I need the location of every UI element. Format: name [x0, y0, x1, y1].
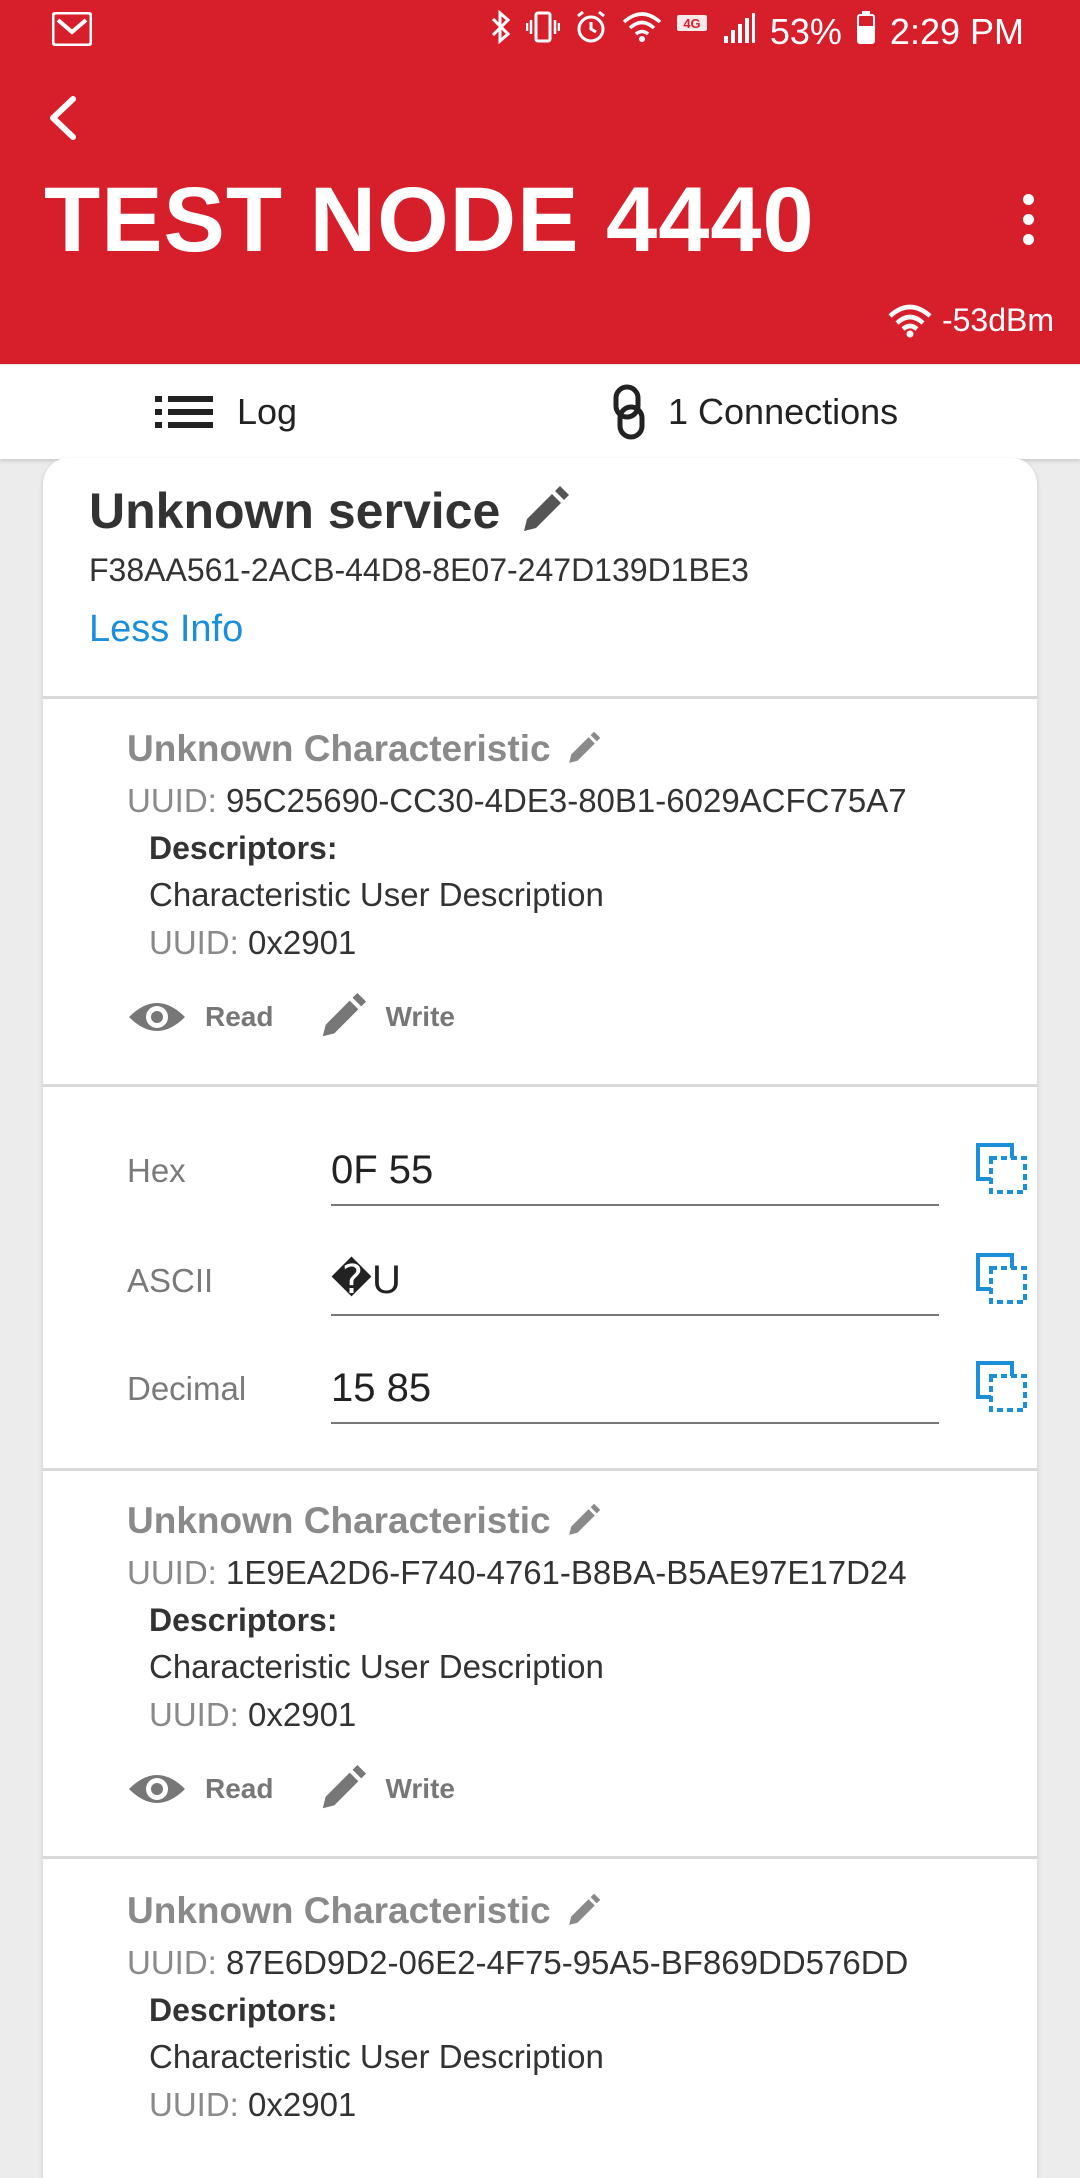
read-button[interactable]: Read	[127, 997, 273, 1037]
ascii-row: ASCII �U	[127, 1246, 1027, 1316]
uuid-label: UUID:	[127, 1554, 217, 1591]
eye-icon	[129, 1775, 185, 1803]
page-title: TEST NODE 4440	[44, 169, 815, 271]
list-icon	[155, 396, 213, 428]
write-label: Write	[385, 1773, 455, 1804]
wifi-icon	[888, 304, 932, 337]
clock: 2:29 PM	[889, 10, 1024, 52]
tab-log[interactable]: Log	[155, 365, 297, 459]
pencil-icon[interactable]	[565, 731, 601, 767]
pencil-icon	[323, 992, 367, 1037]
characteristic-name: Unknown Characteristic	[127, 728, 551, 769]
decimal-field[interactable]: 15 85	[331, 1354, 939, 1424]
characteristic-uuid: UUID: 95C25690-CC30-4DE3-80B1-6029ACFC75…	[127, 782, 907, 820]
vibrate-icon	[525, 10, 561, 53]
tab-connections[interactable]: 1 Connections	[612, 365, 898, 459]
bluetooth-icon	[490, 9, 512, 53]
descriptor-name: Characteristic User Description	[149, 1648, 604, 1685]
pencil-icon	[323, 1764, 367, 1809]
battery-percent: 53%	[769, 10, 842, 52]
uuid-label: UUID:	[127, 782, 217, 819]
uuid-label: UUID:	[149, 1696, 239, 1733]
app-header: TEST NODE 4440 -53dBm	[0, 64, 1080, 364]
pencil-icon[interactable]	[565, 1503, 601, 1539]
tab-log-label: Log	[237, 391, 298, 432]
characteristic-uuid: UUID: 87E6D9D2-06E2-4F75-95A5-BF869DD576…	[127, 1944, 908, 1982]
back-button[interactable]	[40, 80, 84, 156]
characteristic-title: Unknown Characteristic	[127, 728, 601, 770]
descriptors-label: Descriptors:	[149, 1992, 338, 2028]
uuid-label: UUID:	[149, 2086, 239, 2123]
alarm-icon	[574, 10, 608, 53]
characteristic-name: Unknown Characteristic	[127, 1500, 551, 1541]
4g-icon: 4G	[676, 11, 708, 53]
rssi-value: -53dBm	[941, 302, 1054, 338]
read-button[interactable]: Read	[127, 1769, 273, 1809]
uuid-value: 0x2901	[248, 924, 357, 961]
divider	[43, 696, 1037, 699]
pencil-icon[interactable]	[565, 1893, 601, 1929]
eye-icon	[129, 1003, 185, 1031]
overflow-menu-button[interactable]	[1016, 194, 1040, 250]
characteristic-uuid: UUID: 1E9EA2D6-F740-4761-B8BA-B5AE97E17D…	[127, 1554, 907, 1592]
characteristic-title: Unknown Characteristic	[127, 1500, 601, 1542]
link-icon	[613, 384, 645, 440]
copy-icon[interactable]	[975, 1252, 1029, 1306]
divider	[43, 1084, 1037, 1087]
hex-row: Hex 0F 55	[127, 1136, 1027, 1206]
uuid-value: 0x2901	[248, 1696, 357, 1733]
ascii-label: ASCII	[127, 1262, 214, 1299]
service-card: Unknown service F38AA561-2ACB-44D8-8E07-…	[42, 458, 1038, 2178]
characteristic-name: Unknown Characteristic	[127, 1890, 551, 1931]
descriptors-label: Descriptors:	[149, 830, 338, 866]
characteristic-actions: Read Write	[127, 992, 499, 1042]
uuid-value: 1E9EA2D6-F740-4761-B8BA-B5AE97E17D24	[226, 1554, 907, 1591]
divider	[43, 1856, 1037, 1859]
less-info-link[interactable]: Less Info	[89, 608, 243, 651]
uuid-label: UUID:	[127, 1944, 217, 1981]
decimal-row: Decimal 15 85	[127, 1354, 1027, 1424]
battery-icon	[856, 10, 876, 53]
hex-field[interactable]: 0F 55	[331, 1136, 939, 1206]
write-button[interactable]: Write	[317, 992, 455, 1042]
rssi-indicator: -53dBm	[888, 302, 1054, 339]
tab-bar: Log 1 Connections	[0, 365, 1080, 459]
copy-icon[interactable]	[975, 1142, 1029, 1196]
descriptor-name: Characteristic User Description	[149, 876, 604, 913]
hex-label: Hex	[127, 1152, 186, 1189]
tab-connections-label: 1 Connections	[668, 391, 899, 432]
service-title: Unknown service	[89, 482, 570, 540]
descriptors-label: Descriptors:	[149, 1602, 338, 1638]
characteristic-actions: Read Write	[127, 1764, 499, 1814]
svg-text:4G: 4G	[683, 16, 700, 31]
characteristic-item: Unknown Characteristic UUID: 1E9EA2D6-F7…	[43, 1500, 1037, 1809]
service-name: Unknown service	[89, 483, 501, 539]
uuid-label: UUID:	[149, 924, 239, 961]
read-label: Read	[205, 1001, 274, 1032]
decimal-label: Decimal	[127, 1370, 247, 1407]
read-label: Read	[205, 1773, 274, 1804]
uuid-value: 95C25690-CC30-4DE3-80B1-6029ACFC75A7	[226, 782, 907, 819]
descriptor-name: Characteristic User Description	[149, 2038, 604, 2075]
uuid-value: 87E6D9D2-06E2-4F75-95A5-BF869DD576DD	[226, 1944, 909, 1981]
ascii-field[interactable]: �U	[331, 1246, 939, 1316]
divider	[43, 1468, 1037, 1471]
chevron-left-icon	[50, 96, 76, 140]
status-bar: 4G 53% 2:29 PM	[0, 0, 1080, 64]
descriptor-uuid: UUID: 0x2901	[149, 2086, 356, 2124]
descriptor-uuid: UUID: 0x2901	[149, 924, 356, 962]
uuid-value: 0x2901	[248, 2086, 357, 2123]
gmail-icon	[51, 11, 93, 51]
wifi-icon	[622, 11, 662, 53]
characteristic-item: Unknown Characteristic UUID: 87E6D9D2-06…	[43, 1890, 1037, 2150]
descriptor-uuid: UUID: 0x2901	[149, 1696, 356, 1734]
service-uuid: F38AA561-2ACB-44D8-8E07-247D139D1BE3	[89, 552, 749, 588]
signal-icon	[722, 11, 756, 53]
copy-icon[interactable]	[975, 1360, 1029, 1414]
characteristic-title: Unknown Characteristic	[127, 1890, 601, 1932]
write-label: Write	[385, 1001, 455, 1032]
characteristic-item: Unknown Characteristic UUID: 95C25690-CC…	[43, 728, 1037, 1037]
pencil-icon[interactable]	[518, 485, 570, 537]
write-button[interactable]: Write	[317, 1764, 455, 1814]
